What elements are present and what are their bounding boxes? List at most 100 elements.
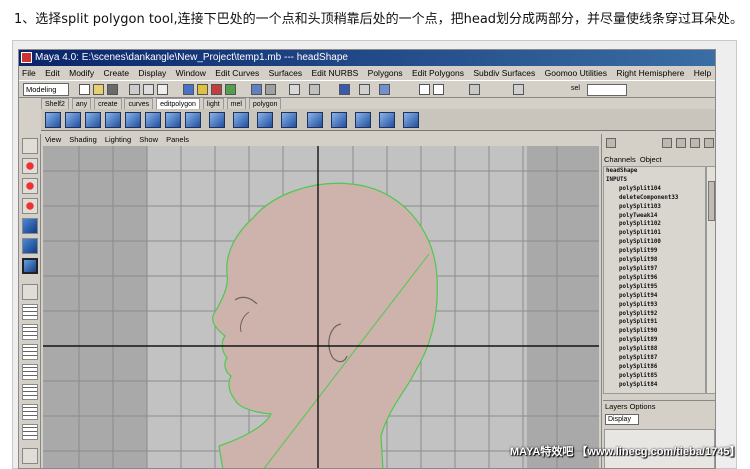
input-node[interactable]: polySplit103 [606,203,705,212]
input-node[interactable]: polySplit98 [606,256,705,265]
shelf-tool-icon[interactable] [209,112,225,128]
input-node[interactable]: polySplit93 [606,301,705,310]
input-node[interactable]: polySplit90 [606,327,705,336]
shelf-tool-icon[interactable] [331,112,347,128]
input-node[interactable]: polySplit88 [606,345,705,354]
shelf-tool-icon[interactable] [307,112,323,128]
channel-box-icon[interactable] [690,138,700,148]
script-view-icon[interactable] [22,424,38,440]
menu-help[interactable]: Help [694,66,711,80]
hypershade-view-icon[interactable] [22,384,38,400]
four-view-icon[interactable] [22,304,38,320]
shelf-tool-icon[interactable] [105,112,121,128]
manipulator-tool-icon[interactable] [22,238,38,254]
mode-select[interactable]: Modeling [23,83,69,96]
input-node[interactable]: polyTweak14 [606,212,705,221]
channel-box-scrollbar[interactable] [706,166,715,394]
tab-object[interactable]: Object [640,155,662,164]
layers-menu[interactable]: Layers Options [603,401,715,413]
input-node[interactable]: polySplit91 [606,318,705,327]
save-scene-icon[interactable] [107,84,118,95]
split-polygon-tool-icon[interactable] [22,258,38,274]
scroll-thumb[interactable] [708,181,715,221]
lasso-tool-icon[interactable] [22,158,38,174]
render-icon[interactable] [265,84,276,95]
shelf-tool-icon[interactable] [257,112,273,128]
input-node[interactable]: polySplit99 [606,247,705,256]
custom-view-icon[interactable] [22,448,38,464]
input-node[interactable]: polySplit96 [606,274,705,283]
input-node[interactable]: polySplit95 [606,283,705,292]
open-scene-icon[interactable] [93,84,104,95]
render-view-icon[interactable] [22,404,38,420]
layout-view-icon[interactable] [22,324,38,340]
panel-toggle-icon[interactable] [606,138,616,148]
panel-menu-panels[interactable]: Panels [166,135,189,144]
attribute-icon[interactable] [309,84,320,95]
shelf-tool-icon[interactable] [65,112,81,128]
tool-settings-icon[interactable] [676,138,686,148]
new-scene-icon[interactable] [79,84,90,95]
menu-goomoo-utilities[interactable]: Goomoo Utilities [545,66,607,80]
shelf-tool-icon[interactable] [45,112,61,128]
graph-view-icon[interactable] [22,364,38,380]
menu-create[interactable]: Create [104,66,130,80]
menu-edit[interactable]: Edit [45,66,60,80]
input-node[interactable]: polySplit87 [606,354,705,363]
menu-file[interactable]: File [22,66,36,80]
menu-display[interactable]: Display [138,66,166,80]
menu-surfaces[interactable]: Surfaces [269,66,303,80]
menu-window[interactable]: Window [176,66,206,80]
input-node[interactable]: polySplit100 [606,238,705,247]
input-node[interactable]: polySplit86 [606,363,705,372]
attribute-editor-icon[interactable] [662,138,672,148]
menu-right-hemisphere[interactable]: Right Hemisphere [616,66,684,80]
shape-icon[interactable] [379,84,390,95]
lock-icon[interactable] [359,84,370,95]
shelf-tool-icon[interactable] [165,112,181,128]
input-node[interactable]: polySplit104 [606,185,705,194]
tab-channels[interactable]: Channels [604,155,636,164]
menu-edit-nurbs[interactable]: Edit NURBS [312,66,359,80]
side-viewport[interactable] [43,146,599,468]
select-object-icon[interactable] [143,84,154,95]
single-view-icon[interactable] [22,284,38,300]
question-icon[interactable] [339,84,350,95]
input-node[interactable]: polySplit92 [606,310,705,319]
input-node[interactable]: polySplit97 [606,265,705,274]
input-node[interactable]: polySplit84 [606,381,705,390]
outliner-view-icon[interactable] [22,344,38,360]
node-name[interactable]: headShape [606,167,705,176]
panel-menu-view[interactable]: View [45,135,61,144]
shelf-tool-icon[interactable] [125,112,141,128]
layer-editor-icon[interactable] [704,138,714,148]
panel-menu-shading[interactable]: Shading [69,135,97,144]
shelf-tool-icon[interactable] [85,112,101,128]
mask-icon[interactable] [183,84,194,95]
select-component-icon[interactable] [157,84,168,95]
outliner-icon[interactable] [419,84,430,95]
menu-polygons[interactable]: Polygons [368,66,403,80]
input-node[interactable]: polySplit85 [606,372,705,381]
shelf-tool-icon[interactable] [403,112,419,128]
menu-modify[interactable]: Modify [69,66,94,80]
shelf-tool-icon[interactable] [185,112,201,128]
panel-icon[interactable] [513,84,524,95]
menu-subdiv-surfaces[interactable]: Subdiv Surfaces [473,66,535,80]
shelf-tool-icon[interactable] [281,112,297,128]
rotate-tool-icon[interactable] [22,198,38,214]
layer-display-dropdown[interactable]: Display [605,414,639,425]
select-hierarchy-icon[interactable] [129,84,140,95]
panel-menu-lighting[interactable]: Lighting [105,135,131,144]
menu-edit-curves[interactable]: Edit Curves [215,66,259,80]
menu-edit-polygons[interactable]: Edit Polygons [412,66,464,80]
shelf-tool-icon[interactable] [379,112,395,128]
select-tool-icon[interactable] [22,138,38,154]
panel-menu-show[interactable]: Show [139,135,158,144]
history-icon[interactable] [251,84,262,95]
input-node[interactable]: polySplit94 [606,292,705,301]
graph-icon[interactable] [433,84,444,95]
snap-curve-icon[interactable] [211,84,222,95]
input-node[interactable]: deleteComponent33 [606,194,705,203]
input-node[interactable]: polySplit101 [606,229,705,238]
